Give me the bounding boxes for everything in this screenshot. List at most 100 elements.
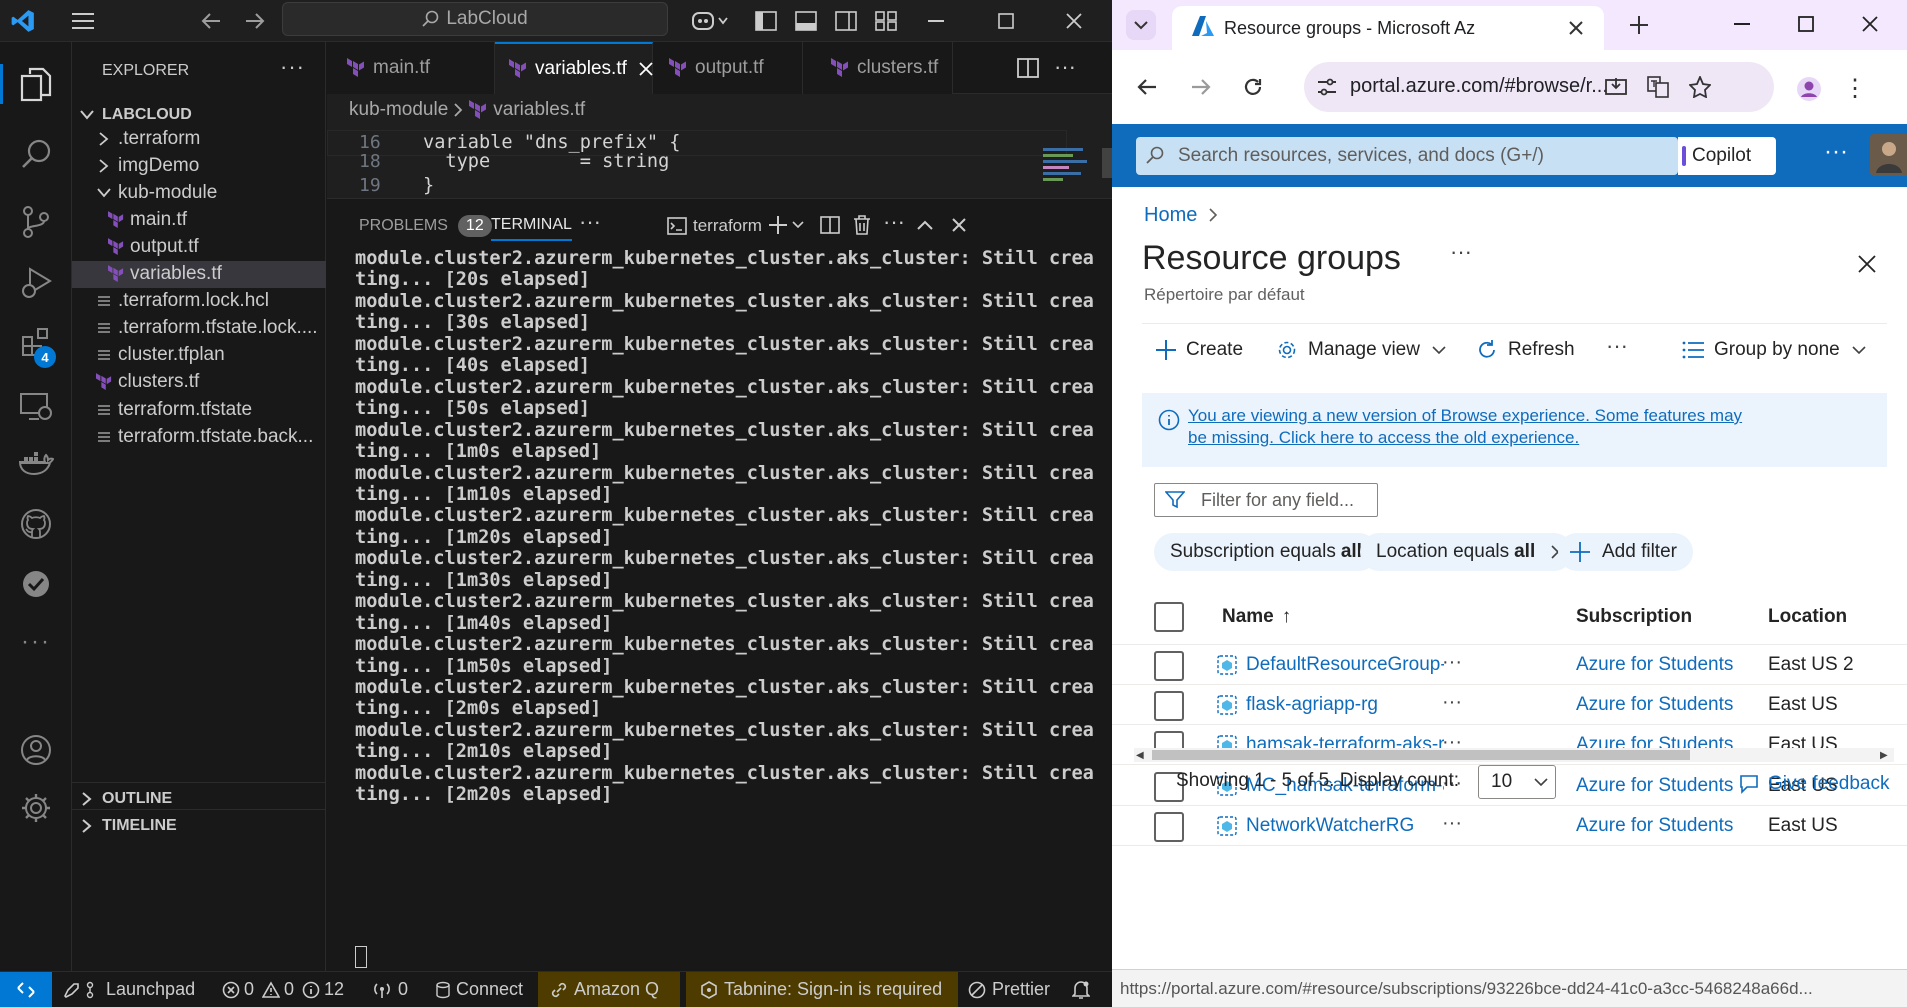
- settings-gear-icon[interactable]: [0, 778, 72, 838]
- toggle-secondary-sidebar-icon[interactable]: [832, 8, 860, 34]
- info-banner-link[interactable]: You are viewing a new version of Browse …: [1188, 405, 1748, 449]
- scroll-right-icon[interactable]: ▶: [1880, 750, 1888, 761]
- source-control-icon[interactable]: [0, 192, 72, 252]
- give-feedback-link[interactable]: Give feedback: [1738, 771, 1889, 797]
- explorer-item[interactable]: kub-module: [72, 179, 326, 206]
- title-more-icon[interactable]: ···: [1450, 239, 1472, 265]
- connect-status[interactable]: Connect: [436, 972, 523, 1007]
- explorer-item[interactable]: clusters.tf: [72, 369, 326, 396]
- explorer-item[interactable]: output.tf: [72, 233, 326, 260]
- toggle-panel-icon[interactable]: [792, 8, 820, 34]
- tab-clusters-tf[interactable]: clusters.tf: [803, 42, 953, 94]
- github-icon[interactable]: [0, 494, 72, 554]
- table-row[interactable]: flask-agriapp-rg ··· Azure for Students Eas…: [1112, 685, 1907, 726]
- tab-search-chevron-icon[interactable]: [1126, 10, 1156, 40]
- maximize-icon[interactable]: [1786, 8, 1826, 40]
- scroll-left-icon[interactable]: ◀: [1136, 750, 1144, 761]
- explorer-item[interactable]: variables.tf: [72, 260, 326, 288]
- minimap[interactable]: [1043, 144, 1099, 190]
- subscription-link[interactable]: Azure for Students: [1576, 775, 1733, 797]
- forward-arrow-icon[interactable]: [240, 6, 270, 36]
- column-header-name[interactable]: Name ↑: [1222, 589, 1291, 645]
- run-debug-icon[interactable]: [0, 252, 72, 312]
- tab-close-icon[interactable]: [639, 62, 653, 76]
- manage-view-button[interactable]: Manage view: [1276, 335, 1446, 365]
- amazon-q-status[interactable]: Amazon Q: [538, 972, 680, 1007]
- create-button[interactable]: Create: [1156, 335, 1243, 365]
- translate-icon[interactable]: [1644, 74, 1672, 100]
- remote-indicator[interactable]: [0, 972, 52, 1007]
- minimize-icon[interactable]: [914, 6, 958, 36]
- resource-group-name[interactable]: flask-agriapp-rg: [1246, 694, 1444, 716]
- row-checkbox[interactable]: [1154, 691, 1184, 722]
- filter-input[interactable]: Filter for any field...: [1154, 483, 1378, 517]
- tab-variables-tf[interactable]: variables.tf: [495, 42, 653, 94]
- explorer-icon[interactable]: [0, 54, 72, 114]
- horizontal-scrollbar[interactable]: ◀ ▶: [1134, 748, 1894, 762]
- problems-status[interactable]: 0 0 12: [222, 972, 344, 1007]
- tab-terminal[interactable]: TERMINAL: [491, 211, 572, 241]
- prettier-status[interactable]: Prettier: [968, 972, 1050, 1007]
- customize-layout-icon[interactable]: [872, 8, 900, 34]
- row-more-icon[interactable]: ···: [1442, 651, 1462, 674]
- subscription-link[interactable]: Azure for Students: [1576, 654, 1733, 676]
- browser-tab-active[interactable]: Resource groups - Microsoft Az: [1172, 6, 1604, 50]
- editor-scrollbar[interactable]: [1102, 148, 1112, 178]
- table-row[interactable]: DefaultResourceGroup-ea...··· Azure for S…: [1112, 645, 1907, 685]
- install-app-icon[interactable]: [1602, 74, 1630, 100]
- column-header-subscription[interactable]: Subscription: [1576, 589, 1692, 645]
- code-editor[interactable]: 16 variable "dns_prefix" { 18 type = str…: [327, 126, 1112, 198]
- terminal-instance[interactable]: terraform: [667, 211, 762, 241]
- reload-icon[interactable]: [1236, 70, 1270, 104]
- display-count-dropdown[interactable]: 10: [1478, 765, 1556, 799]
- trash-icon[interactable]: [849, 213, 875, 237]
- breadcrumb-file[interactable]: variables.tf: [493, 99, 585, 121]
- row-more-icon[interactable]: ···: [1442, 812, 1462, 835]
- filter-pill-location[interactable]: Location equals all: [1360, 533, 1574, 571]
- scrollbar-thumb[interactable]: [1152, 750, 1690, 760]
- back-arrow-icon[interactable]: [1130, 70, 1164, 104]
- explorer-item[interactable]: .terraform.lock.hcl: [72, 288, 326, 315]
- launchpad-item[interactable]: Launchpad: [62, 972, 195, 1007]
- breadcrumb-folder[interactable]: kub-module: [349, 99, 448, 121]
- site-settings-icon[interactable]: [1314, 74, 1340, 100]
- tab-output-tf[interactable]: output.tf: [653, 42, 803, 94]
- breadcrumb-home[interactable]: Home: [1144, 204, 1197, 227]
- refresh-button[interactable]: Refresh: [1476, 335, 1575, 365]
- explorer-item[interactable]: imgDemo: [72, 152, 326, 179]
- remote-explorer-icon[interactable]: [0, 377, 72, 437]
- tab-problems[interactable]: PROBLEMS 12: [359, 211, 492, 241]
- close-icon[interactable]: [1850, 8, 1890, 40]
- terminal-more-icon[interactable]: ···: [883, 209, 905, 235]
- select-all-checkbox[interactable]: [1154, 602, 1184, 632]
- back-arrow-icon[interactable]: [196, 6, 226, 36]
- azure-more-icon[interactable]: ···: [1824, 138, 1848, 166]
- testing-check-icon[interactable]: [0, 554, 72, 614]
- subscription-link[interactable]: Azure for Students: [1576, 694, 1733, 716]
- docker-icon[interactable]: [0, 434, 72, 494]
- subscription-link[interactable]: Azure for Students: [1576, 815, 1733, 837]
- resource-group-name[interactable]: DefaultResourceGroup-ea...: [1246, 654, 1444, 676]
- editor-more-icon[interactable]: ···: [1049, 52, 1081, 82]
- panel-more-icon[interactable]: ···: [579, 209, 601, 235]
- explorer-more-icon[interactable]: ···: [280, 54, 305, 80]
- profile-avatar-icon[interactable]: [1792, 72, 1826, 106]
- address-bar[interactable]: portal.azure.com/#browse/r...: [1304, 62, 1774, 112]
- column-header-location[interactable]: Location: [1768, 589, 1847, 645]
- tab-main-tf[interactable]: main.tf: [327, 42, 495, 94]
- search-icon[interactable]: [0, 124, 72, 184]
- copilot-button[interactable]: Copilot: [1678, 137, 1776, 175]
- maximize-icon[interactable]: [984, 6, 1028, 36]
- group-by-button[interactable]: Group by none: [1682, 335, 1866, 365]
- explorer-item[interactable]: .terraform.tfstate.lock....: [72, 315, 326, 342]
- timeline-section[interactable]: TIMELINE: [72, 809, 326, 842]
- account-avatar[interactable]: [1870, 134, 1907, 176]
- resource-group-name[interactable]: NetworkWatcherRG: [1246, 815, 1444, 837]
- azure-search-input[interactable]: Search resources, services, and docs (G+…: [1136, 137, 1678, 175]
- row-more-icon[interactable]: ···: [1442, 691, 1462, 714]
- commandbar-more-icon[interactable]: ···: [1606, 333, 1628, 359]
- maximize-panel-icon[interactable]: [913, 213, 937, 237]
- accounts-icon[interactable]: [0, 720, 72, 780]
- explorer-item[interactable]: main.tf: [72, 206, 326, 233]
- explorer-item[interactable]: .terraform: [72, 125, 326, 152]
